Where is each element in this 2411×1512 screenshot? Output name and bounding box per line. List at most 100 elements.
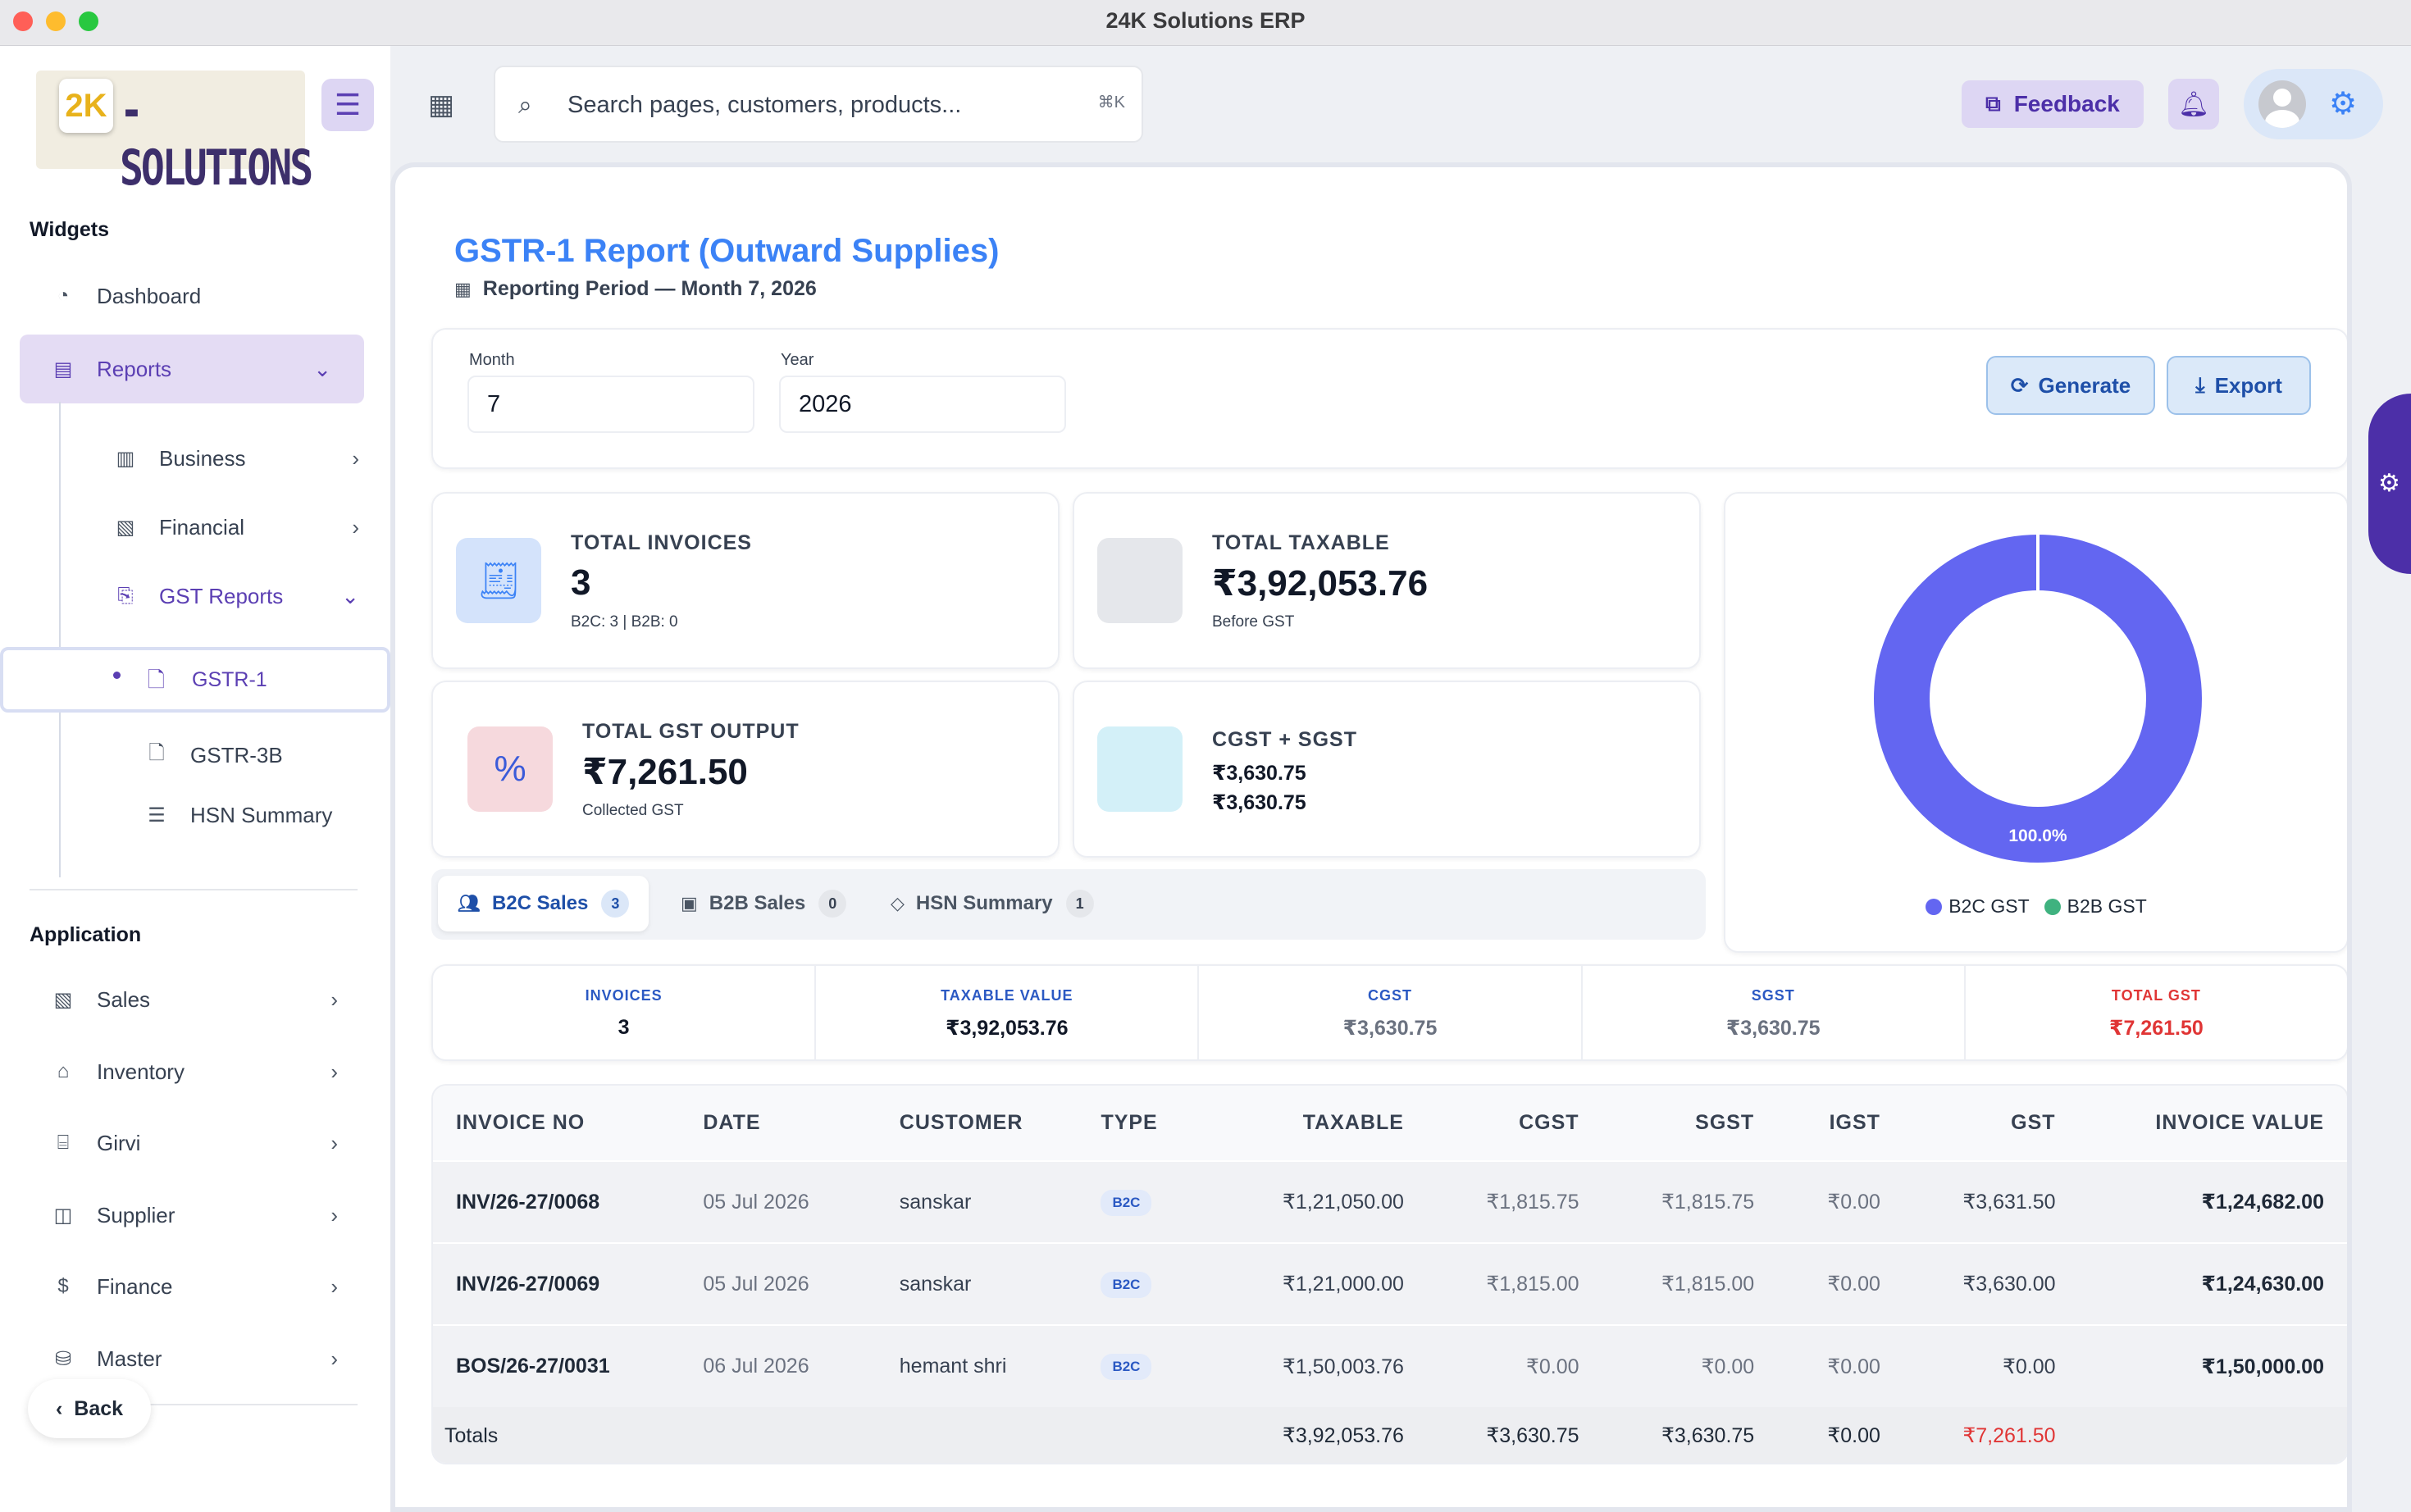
type-badge: B2C bbox=[1101, 1271, 1152, 1298]
sidebar-item-label: Master bbox=[97, 1346, 162, 1371]
table-row[interactable]: INV/26-27/0068 05 Jul 2026 sanskar B2C ₹… bbox=[433, 1160, 2347, 1243]
summary-label: TAXABLE VALUE bbox=[941, 987, 1073, 1004]
generate-button[interactable]: ⟳ Generate bbox=[1986, 356, 2155, 415]
back-button[interactable]: ‹ Back bbox=[28, 1379, 151, 1438]
column-header[interactable]: IGST bbox=[1754, 1086, 1880, 1161]
sidebar-item-dashboard[interactable]: ◔ Dashboard bbox=[51, 267, 362, 325]
sgst-cell: ₹1,815.75 bbox=[1579, 1160, 1755, 1243]
column-header[interactable]: INVOICE VALUE bbox=[2055, 1086, 2347, 1161]
sidebar-item-sales[interactable]: ▧ Sales › bbox=[51, 971, 338, 1028]
search-icon: ⌕ bbox=[518, 92, 532, 119]
sidebar-item-gst-reports[interactable]: ⎘ GST Reports ⌄ bbox=[113, 567, 359, 625]
summary-value: ₹7,261.50 bbox=[2109, 1017, 2204, 1040]
menu-toggle-button[interactable]: ☰ bbox=[321, 79, 374, 131]
month-input[interactable] bbox=[467, 376, 754, 433]
legend-item-b2b[interactable]: B2B GST bbox=[2044, 895, 2147, 918]
sidebar-item-financial[interactable]: ▧ Financial › bbox=[113, 499, 359, 556]
column-header[interactable]: GST bbox=[1880, 1086, 2056, 1161]
notifications-button[interactable]: 🔔︎ bbox=[2168, 79, 2219, 130]
stat-sub: B2C: 3 | B2B: 0 bbox=[571, 613, 678, 631]
sidebar-item-supplier[interactable]: ◫ Supplier › bbox=[51, 1186, 338, 1244]
invoice-value-cell: ₹1,24,682.00 bbox=[2055, 1160, 2347, 1243]
column-header[interactable]: DATE bbox=[703, 1086, 900, 1161]
document-icon: 🗋 bbox=[148, 741, 165, 764]
sales-clipboard-icon: ▧ bbox=[53, 988, 73, 1011]
summary-total-gst: TOTAL GST ₹7,261.50 bbox=[1966, 966, 2347, 1059]
column-header[interactable]: SGST bbox=[1579, 1086, 1755, 1161]
sidebar-item-reports[interactable]: ▤ Reports ⌄ bbox=[20, 335, 364, 403]
reporting-period: ▦ Reporting Period — Month 7, 2026 bbox=[454, 277, 817, 301]
chat-bubble-icon: ⧉ bbox=[1985, 91, 2001, 116]
sidebar-item-hsn-summary[interactable]: ☰ HSN Summary bbox=[144, 786, 358, 844]
tab-b2b-sales[interactable]: ▣ B2B Sales 0 bbox=[661, 876, 866, 931]
page-title: GSTR-1 Report (Outward Supplies) bbox=[454, 233, 1000, 269]
column-header[interactable]: TYPE bbox=[1101, 1086, 1208, 1161]
legend-label: B2C GST bbox=[1948, 895, 2030, 917]
summary-cgst: CGST ₹3,630.75 bbox=[1199, 966, 1583, 1059]
column-header[interactable]: CGST bbox=[1403, 1086, 1579, 1161]
donut-slice-b2c[interactable] bbox=[1874, 535, 2202, 863]
settings-drawer-tab[interactable]: ⚙ bbox=[2368, 394, 2411, 574]
stat-label: CGST + SGST bbox=[1212, 728, 1358, 751]
column-header[interactable]: TAXABLE bbox=[1207, 1086, 1404, 1161]
sidebar-item-label: Inventory bbox=[97, 1059, 185, 1084]
invoice-value-cell: ₹1,50,000.00 bbox=[2055, 1324, 2347, 1407]
invoice-no-cell[interactable]: BOS/26-27/0031 bbox=[433, 1324, 704, 1407]
stat-label: TOTAL GST OUTPUT bbox=[582, 720, 800, 743]
taxable-cell: ₹1,21,050.00 bbox=[1207, 1160, 1404, 1243]
stat-sub: Collected GST bbox=[582, 802, 684, 819]
stat-value: ₹3,92,053.76 bbox=[1212, 563, 1429, 603]
gear-icon[interactable]: ⚙ bbox=[2329, 85, 2357, 122]
taxable-cell: ₹1,21,000.00 bbox=[1207, 1242, 1404, 1325]
sidebar-item-girvi[interactable]: ⌸ Girvi › bbox=[51, 1114, 338, 1172]
sidebar-item-finance[interactable]: $ Finance › bbox=[51, 1258, 338, 1315]
tab-b2c-sales[interactable]: 👥︎ B2C Sales 3 bbox=[438, 876, 649, 931]
year-input[interactable] bbox=[779, 376, 1066, 433]
global-search[interactable]: ⌕ ⌘K bbox=[494, 66, 1143, 143]
summary-sgst: SGST ₹3,630.75 bbox=[1583, 966, 1966, 1059]
avatar[interactable] bbox=[2258, 80, 2306, 128]
bar-chart-icon: ▥ bbox=[116, 447, 135, 470]
gst-cell: ₹3,630.00 bbox=[1880, 1242, 2056, 1325]
sidebar-item-business[interactable]: ▥ Business › bbox=[113, 430, 359, 487]
sgst-cell: ₹1,815.00 bbox=[1579, 1242, 1755, 1325]
tab-label: B2C Sales bbox=[491, 892, 589, 914]
table-row[interactable]: BOS/26-27/0031 06 Jul 2026 hemant shri B… bbox=[433, 1324, 2347, 1407]
column-header[interactable]: INVOICE NO bbox=[433, 1086, 704, 1161]
brand-logo[interactable]: 2K -SOLUTIONS bbox=[36, 71, 313, 197]
apps-grid-icon[interactable]: ▦ bbox=[428, 89, 461, 121]
tab-count-badge: 1 bbox=[1065, 890, 1094, 918]
sidebar-item-gstr1[interactable]: 🗋 GSTR-1 bbox=[0, 647, 390, 713]
active-dot bbox=[113, 672, 121, 679]
type-cell: B2C bbox=[1101, 1160, 1208, 1243]
legend-item-b2c[interactable]: B2C GST bbox=[1926, 895, 2030, 918]
clipboard-report-icon: ▤ bbox=[53, 358, 73, 380]
invoice-no-cell[interactable]: INV/26-27/0069 bbox=[433, 1242, 704, 1325]
legend-label: B2B GST bbox=[2067, 895, 2147, 917]
type-cell: B2C bbox=[1101, 1324, 1208, 1407]
column-header[interactable]: CUSTOMER bbox=[899, 1086, 1101, 1161]
sales-tabs: 👥︎ B2C Sales 3 ▣ B2B Sales 0 ◇ HSN Summa… bbox=[431, 869, 1706, 940]
export-button[interactable]: ⤓ Export bbox=[2167, 356, 2311, 415]
customer-cell: hemant shri bbox=[899, 1324, 1101, 1407]
sidebar-item-label: Supplier bbox=[97, 1202, 175, 1227]
gst-cell: ₹3,631.50 bbox=[1880, 1160, 2056, 1243]
search-input[interactable] bbox=[567, 85, 1043, 125]
profile-menu[interactable]: ⚙ bbox=[2244, 69, 2383, 139]
tab-hsn-summary[interactable]: ◇ HSN Summary 1 bbox=[871, 876, 1114, 931]
sidebar-item-label: HSN Summary bbox=[190, 802, 333, 827]
sidebar-item-gstr3b[interactable]: 🗋 GSTR-3B bbox=[144, 726, 358, 784]
supplier-icon: ◫ bbox=[53, 1204, 73, 1227]
year-label: Year bbox=[781, 351, 814, 369]
table-row[interactable]: INV/26-27/0069 05 Jul 2026 sanskar B2C ₹… bbox=[433, 1242, 2347, 1325]
totals-taxable: ₹3,92,053.76 bbox=[1207, 1407, 1404, 1463]
feedback-button[interactable]: ⧉ Feedback bbox=[1962, 80, 2144, 128]
sidebar-item-inventory[interactable]: ⌂ Inventory › bbox=[51, 1043, 338, 1100]
chevron-down-icon: ⌄ bbox=[313, 356, 331, 381]
sidebar-item-label: Girvi bbox=[97, 1130, 141, 1155]
gear-icon: ⚙ bbox=[2378, 470, 2400, 497]
sidebar-item-label: GSTR-3B bbox=[190, 742, 283, 767]
date-cell: 06 Jul 2026 bbox=[703, 1324, 900, 1407]
invoice-no-cell[interactable]: INV/26-27/0068 bbox=[433, 1160, 704, 1243]
filter-card: Month Year ⟳ Generate ⤓ Export bbox=[431, 328, 2347, 469]
